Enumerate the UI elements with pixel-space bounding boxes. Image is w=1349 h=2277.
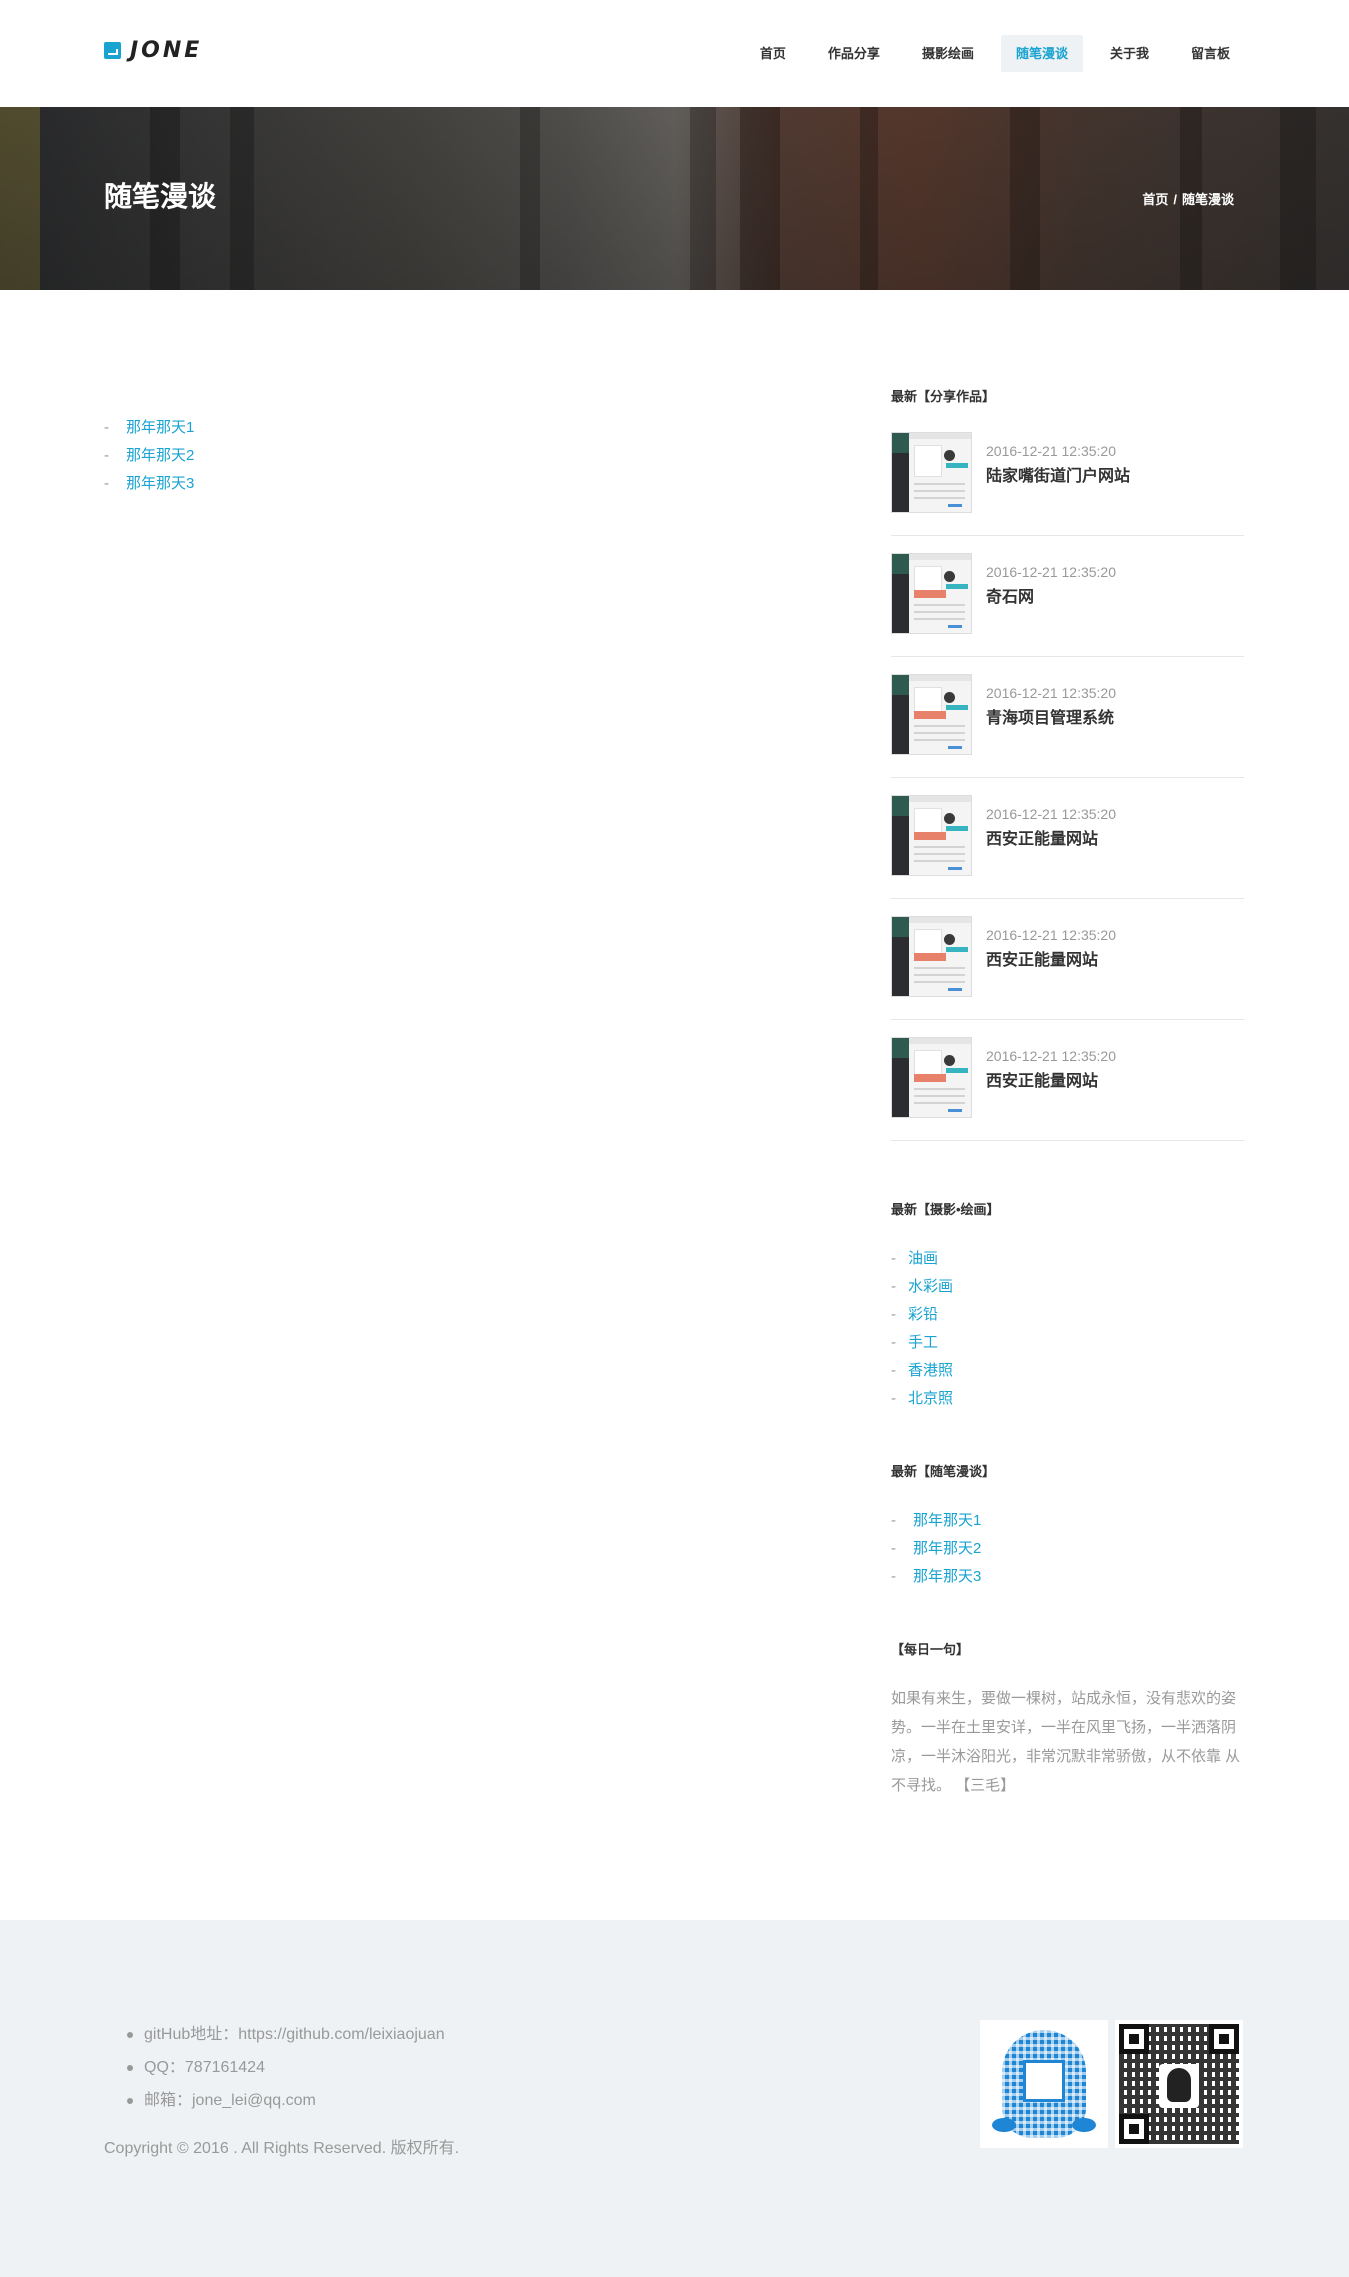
list-item: - 彩铅	[891, 1306, 939, 1323]
contact-email[interactable]: 邮箱：jone_lei@qq.com	[127, 2084, 445, 2117]
work-item[interactable]: 2016-12-21 12:35:20 西安正能量网站	[891, 778, 1244, 899]
nav-item-essays[interactable]: 随笔漫谈	[1000, 35, 1083, 72]
essay-link[interactable]: 那年那天2	[126, 447, 194, 464]
breadcrumb-separator: /	[1173, 192, 1177, 207]
work-date: 2016-12-21 12:35:20	[986, 806, 1116, 822]
main-content: - 那年那天1 - 那年那天2 - 那年那天3 最新【分享作品】 2016-12-21…	[0, 290, 1349, 1920]
daily-quote-widget: 【每日一句】 如果有来生，要做一棵树，站成永恒，没有悲欢的姿势。一半在土里安详，…	[891, 1641, 1244, 1800]
list-item: - 香港照	[891, 1362, 954, 1379]
art-link[interactable]: 香港照	[908, 1362, 953, 1379]
essay-link[interactable]: 那年那天1	[126, 419, 194, 436]
list-item: - 油画	[891, 1250, 939, 1267]
art-link[interactable]: 水彩画	[908, 1278, 953, 1295]
contact-list: gitHub地址：https://github.com/leixiaojuan …	[127, 2018, 445, 2117]
list-item: - 那年那天3	[104, 475, 195, 492]
nav-item-works[interactable]: 作品分享	[813, 35, 895, 72]
wechat-qrcode-icon	[1115, 2020, 1243, 2148]
list-item: - 那年那天2	[104, 447, 195, 464]
widget-title: 【每日一句】	[891, 1642, 970, 1657]
list-item: - 那年那天1	[891, 1512, 982, 1529]
page-banner: 随笔漫谈 首页 / 随笔漫谈	[0, 107, 1349, 290]
contact-qq: QQ：787161424	[127, 2051, 445, 2084]
work-thumbnail[interactable]	[891, 1037, 972, 1118]
essay-link[interactable]: 那年那天3	[913, 1568, 981, 1585]
logo-icon	[104, 42, 121, 59]
list-item: - 水彩画	[891, 1278, 954, 1295]
nav-item-home[interactable]: 首页	[745, 35, 801, 72]
essay-link[interactable]: 那年那天1	[913, 1512, 981, 1529]
work-item[interactable]: 2016-12-21 12:35:20 陆家嘴街道门户网站	[891, 432, 1244, 536]
work-item[interactable]: 2016-12-21 12:35:20 青海项目管理系统	[891, 657, 1244, 778]
latest-art-widget: 最新【摄影•绘画】 - 油画 - 水彩画 - 彩铅 - 手工 - 香港照 - 北京照	[891, 1201, 1244, 1413]
list-item: - 那年那天1	[104, 419, 195, 436]
works-list: 2016-12-21 12:35:20 陆家嘴街道门户网站 2016-12-21 …	[891, 432, 1244, 1141]
work-date: 2016-12-21 12:35:20	[986, 927, 1116, 943]
art-link[interactable]: 彩铅	[908, 1306, 938, 1323]
site-header: JONE 首页 作品分享 摄影绘画 随笔漫谈 关于我 留言板	[0, 0, 1349, 107]
sidebar: 最新【分享作品】 2016-12-21 12:35:20 陆家嘴街道门户网站 20…	[891, 388, 1244, 1800]
work-thumbnail[interactable]	[891, 553, 972, 634]
logo-text: JONE	[130, 38, 203, 63]
list-item: - 那年那天2	[891, 1540, 982, 1557]
work-item[interactable]: 2016-12-21 12:35:20 西安正能量网站	[891, 899, 1244, 1020]
work-thumbnail[interactable]	[891, 795, 972, 876]
breadcrumb-home[interactable]: 首页	[1142, 192, 1168, 207]
work-title[interactable]: 青海项目管理系统	[986, 708, 1116, 730]
work-title[interactable]: 西安正能量网站	[986, 950, 1116, 972]
work-thumbnail[interactable]	[891, 432, 972, 513]
qq-qrcode-icon	[980, 2020, 1108, 2148]
work-item[interactable]: 2016-12-21 12:35:20 奇石网	[891, 536, 1244, 657]
work-date: 2016-12-21 12:35:20	[986, 443, 1116, 459]
essay-link[interactable]: 那年那天3	[126, 475, 194, 492]
essay-link[interactable]: 那年那天2	[913, 1540, 981, 1557]
art-list: - 油画 - 水彩画 - 彩铅 - 手工 - 香港照 - 北京照	[891, 1245, 1244, 1413]
latest-essays-widget: 最新【随笔漫谈】 - 那年那天1 - 那年那天2 - 那年那天3	[891, 1463, 1244, 1591]
nav-item-photography[interactable]: 摄影绘画	[907, 35, 989, 72]
work-date: 2016-12-21 12:35:20	[986, 564, 1116, 580]
nav-item-guestbook[interactable]: 留言板	[1176, 35, 1245, 72]
page-title: 随笔漫谈	[104, 181, 217, 212]
latest-works-widget: 最新【分享作品】 2016-12-21 12:35:20 陆家嘴街道门户网站 20…	[891, 388, 1244, 1141]
work-thumbnail[interactable]	[891, 916, 972, 997]
quote-text: 如果有来生，要做一棵树，站成永恒，没有悲欢的姿势。一半在土里安详，一半在风里飞扬…	[891, 1690, 1241, 1794]
widget-title: 最新【摄影•绘画】	[891, 1202, 1000, 1217]
widget-title: 最新【分享作品】	[891, 389, 996, 404]
work-title[interactable]: 西安正能量网站	[986, 1071, 1116, 1093]
work-item[interactable]: 2016-12-21 12:35:20 西安正能量网站	[891, 1020, 1244, 1141]
art-link[interactable]: 北京照	[908, 1390, 953, 1407]
site-logo[interactable]: JONE	[104, 38, 202, 63]
nav-item-about[interactable]: 关于我	[1095, 35, 1164, 72]
list-item: - 那年那天3	[891, 1568, 982, 1585]
essay-list: - 那年那天1 - 那年那天2 - 那年那天3	[104, 414, 194, 498]
breadcrumb-current: 随笔漫谈	[1181, 192, 1234, 207]
work-title[interactable]: 陆家嘴街道门户网站	[986, 466, 1130, 488]
contact-github[interactable]: gitHub地址：https://github.com/leixiaojuan	[127, 2018, 445, 2051]
list-item: - 北京照	[891, 1390, 954, 1407]
list-item: - 手工	[891, 1334, 939, 1351]
work-thumbnail[interactable]	[891, 674, 972, 755]
site-footer: gitHub地址：https://github.com/leixiaojuan …	[0, 1920, 1349, 2277]
sidebar-essay-list: - 那年那天1 - 那年那天2 - 那年那天3	[891, 1507, 1244, 1591]
main-nav: 首页 作品分享 摄影绘画 随笔漫谈 关于我 留言板	[745, 35, 1245, 72]
breadcrumb: 首页 / 随笔漫谈	[1142, 189, 1234, 208]
work-title[interactable]: 西安正能量网站	[986, 829, 1116, 851]
work-date: 2016-12-21 12:35:20	[986, 1048, 1116, 1064]
work-date: 2016-12-21 12:35:20	[986, 685, 1116, 701]
art-link[interactable]: 油画	[908, 1250, 938, 1267]
widget-title: 最新【随笔漫谈】	[891, 1464, 996, 1479]
art-link[interactable]: 手工	[908, 1334, 938, 1351]
work-title[interactable]: 奇石网	[986, 587, 1116, 609]
copyright: Copyright © 2016 . All Rights Reserved. …	[104, 2140, 460, 2157]
